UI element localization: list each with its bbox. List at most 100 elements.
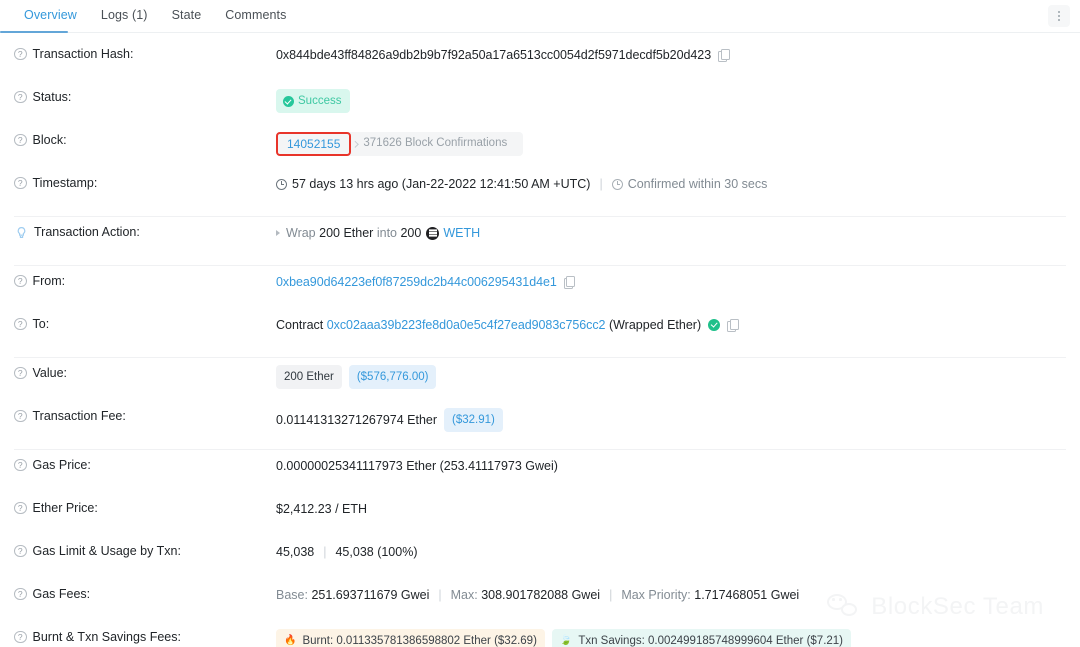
help-icon[interactable]: ? — [14, 630, 27, 644]
action-token-in: Ether — [343, 226, 374, 240]
divider-pipe: | — [438, 588, 442, 602]
tab-logs[interactable]: Logs (1) — [89, 0, 160, 31]
gas-fees-max-label: Max: — [450, 588, 478, 602]
help-icon[interactable]: ? — [14, 90, 27, 104]
block-confirmations-text: 371626 Block Confirmations — [363, 137, 508, 149]
timestamp-label-group: ? Timestamp: — [14, 175, 276, 190]
verified-contract-icon — [708, 319, 721, 331]
status-badge: Success — [276, 89, 351, 113]
help-icon[interactable]: ? — [14, 366, 27, 380]
caret-right-icon — [276, 230, 280, 236]
gas-price-value: 0.00000025341117973 Ether (253.41117973 … — [276, 459, 558, 473]
action-verb: Wrap — [286, 226, 316, 240]
row-value: ? Value: 200 Ether ($576,776.00) — [0, 365, 1080, 399]
transaction-action-value-group: Wrap 200 Ether into 200 WETH — [276, 224, 1066, 242]
gas-limit-label-group: ? Gas Limit & Usage by Txn: — [14, 543, 276, 558]
transaction-fee-ether: 0.01141313271267974 Ether — [276, 413, 438, 427]
transaction-fee-value-group: 0.01141313271267974 Ether ($32.91) — [276, 408, 1066, 432]
transaction-fee-usd-badge: ($32.91) — [443, 408, 503, 432]
to-label-group: ? To: — [14, 316, 276, 331]
help-icon[interactable]: ? — [14, 458, 27, 472]
gas-usage-value: 45,038 (100%) — [335, 545, 418, 559]
to-label: To: — [32, 317, 50, 331]
section-divider — [14, 265, 1066, 266]
tab-overview[interactable]: Overview — [12, 0, 89, 31]
transaction-fee-label: Transaction Fee: — [32, 409, 126, 423]
row-transaction-hash: ? Transaction Hash: 0x844bde43ff84826a9d… — [0, 46, 1080, 80]
transaction-details-page: Overview Logs (1) State Comments ? Trans… — [0, 0, 1080, 647]
gas-fees-base-value: 251.693711679 Gwei — [311, 588, 430, 602]
leaf-icon: 🍃 — [559, 635, 573, 646]
lightbulb-icon — [14, 225, 28, 239]
tab-logs-label: Logs (1) — [100, 8, 148, 22]
to-prefix: Contract — [276, 318, 324, 332]
timestamp-relative: 57 days 13 hrs ago (Jan-22-2022 12:41:50… — [292, 177, 591, 191]
burnt-fee-badge: 🔥 Burnt: 0.011335781386598802 Ether ($32… — [276, 629, 545, 647]
weth-token-icon — [426, 226, 440, 240]
value-label-group: ? Value: — [14, 365, 276, 380]
from-address-link[interactable]: 0xbea90d64223ef0f87259dc2b44c006295431d4… — [276, 273, 557, 291]
help-icon[interactable]: ? — [14, 47, 27, 61]
action-preposition: into — [376, 226, 397, 240]
block-label: Block: — [32, 133, 67, 147]
copy-icon[interactable] — [718, 49, 730, 62]
from-value-group: 0xbea90d64223ef0f87259dc2b44c006295431d4… — [276, 273, 1066, 291]
help-icon[interactable]: ? — [14, 587, 27, 601]
copy-icon[interactable] — [563, 276, 576, 289]
details-body: ? Transaction Hash: 0x844bde43ff84826a9d… — [0, 33, 1080, 647]
gas-fees-priority-value: 1.717468051 Gwei — [694, 588, 800, 602]
gas-price-label: Gas Price: — [32, 458, 91, 472]
value-value-group: 200 Ether ($576,776.00) — [276, 365, 1066, 389]
gas-limit-value: 45,038 — [276, 545, 315, 559]
txn-savings-text: Txn Savings: 0.002499185748999604 Ether … — [578, 635, 844, 647]
row-block: ? Block: 14052155 371626 Block Confirmat… — [0, 132, 1080, 166]
to-value-group: Contract 0xc02aaa39b223fe8d0a0e5c4f27ead… — [276, 316, 1066, 334]
transaction-hash-label-group: ? Transaction Hash: — [14, 46, 276, 61]
help-icon[interactable]: ? — [14, 133, 27, 147]
block-value-group: 14052155 371626 Block Confirmations — [276, 132, 1066, 156]
help-icon[interactable]: ? — [14, 176, 27, 190]
status-badge-label: Success — [298, 95, 342, 107]
clock-icon — [611, 178, 623, 190]
divider-pipe: | — [599, 177, 603, 191]
transaction-action-label-group: Transaction Action: — [14, 224, 276, 239]
help-icon[interactable]: ? — [14, 409, 27, 423]
help-icon[interactable]: ? — [14, 317, 27, 331]
burnt-savings-label: Burnt & Txn Savings Fees: — [32, 630, 181, 644]
transaction-action-label: Transaction Action: — [34, 225, 140, 239]
block-number-link[interactable]: 14052155 — [276, 132, 352, 156]
help-icon[interactable]: ? — [14, 544, 27, 558]
row-transaction-action: Transaction Action: Wrap 200 Ether into … — [0, 224, 1080, 258]
timestamp-value-group: 57 days 13 hrs ago (Jan-22-2022 12:41:50… — [276, 175, 1066, 193]
section-divider — [14, 449, 1066, 450]
to-address-link[interactable]: 0xc02aaa39b223fe8d0a0e5c4f27ead9083c756c… — [327, 316, 606, 334]
help-icon[interactable]: ? — [14, 274, 27, 288]
tab-comments[interactable]: Comments — [213, 0, 298, 31]
status-value-group: Success — [276, 89, 1066, 113]
timestamp-confirmed: Confirmed within 30 secs — [627, 177, 768, 191]
copy-icon[interactable] — [727, 319, 739, 332]
action-amount-in: 200 — [319, 226, 340, 240]
chevron-right-icon — [352, 140, 359, 148]
transaction-hash-label: Transaction Hash: — [32, 47, 134, 61]
value-usd-badge: ($576,776.00) — [348, 365, 437, 389]
check-circle-icon — [283, 95, 294, 107]
gas-limit-value-group: 45,038 | 45,038 (100%) — [276, 543, 1066, 561]
help-icon[interactable]: ? — [14, 501, 27, 515]
from-label-group: ? From: — [14, 273, 276, 288]
value-label: Value: — [32, 366, 68, 380]
transaction-hash-value: 0x844bde43ff84826a9db2b9b7f92a50a17a6513… — [276, 48, 712, 62]
gas-fees-priority-label: Max Priority: — [621, 588, 691, 602]
tab-state[interactable]: State — [160, 0, 214, 31]
timestamp-label: Timestamp: — [32, 176, 98, 190]
more-options-icon[interactable] — [1048, 5, 1070, 27]
transaction-hash-value-group: 0x844bde43ff84826a9db2b9b7f92a50a17a6513… — [276, 46, 1066, 64]
ether-price-value: $2,412.23 / ETH — [276, 502, 368, 516]
gas-fees-value-group: Base: 251.693711679 Gwei | Max: 308.9017… — [276, 586, 1066, 604]
divider-pipe: | — [609, 588, 613, 602]
value-ether-badge: 200 Ether — [276, 365, 342, 389]
tab-state-label: State — [171, 8, 202, 22]
active-tab-indicator — [0, 30, 68, 33]
tab-comments-label: Comments — [225, 8, 287, 22]
action-token-out-link[interactable]: WETH — [443, 224, 480, 242]
